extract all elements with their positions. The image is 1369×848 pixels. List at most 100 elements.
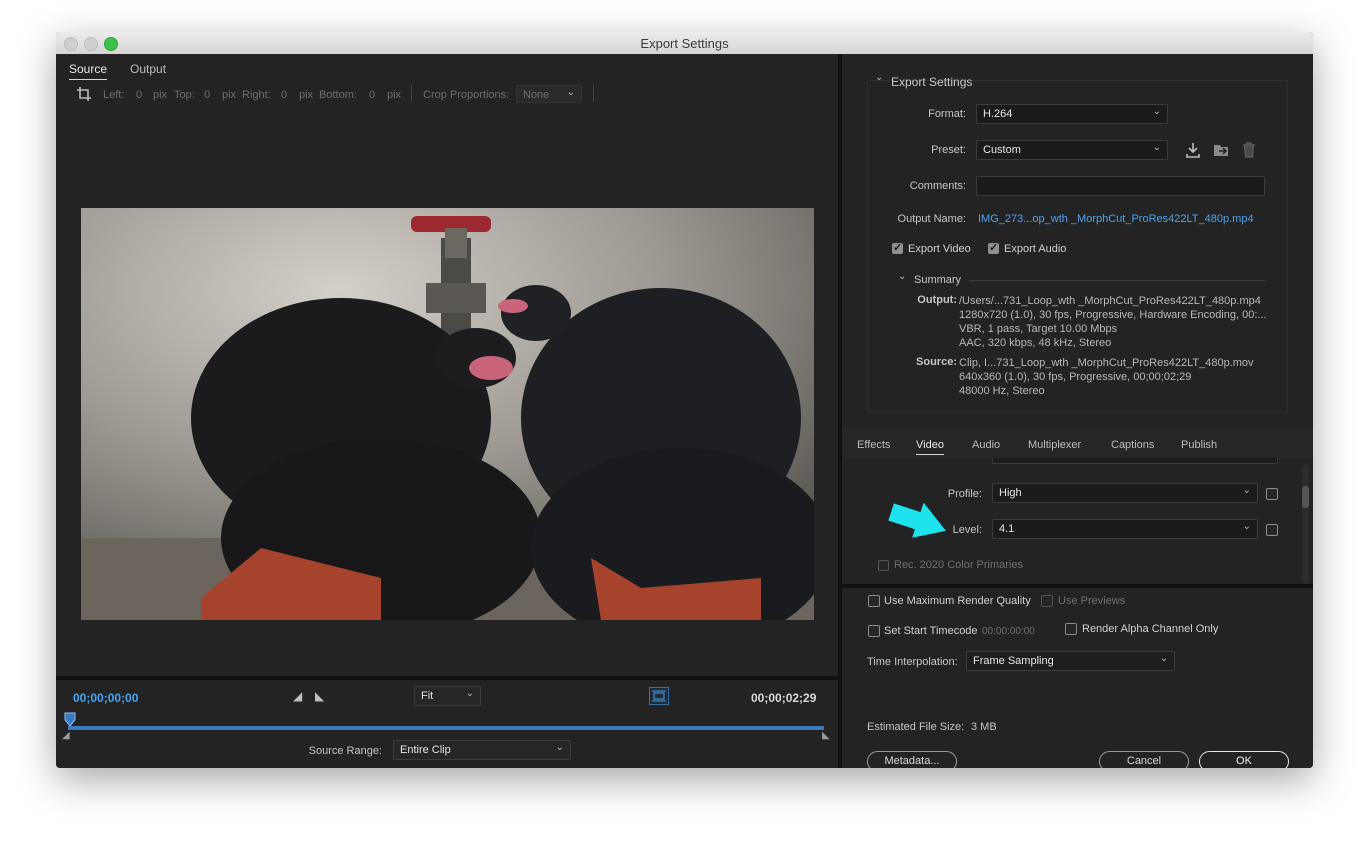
render-alpha-label: Render Alpha Channel Only — [1082, 623, 1219, 635]
tab-multiplexer[interactable]: Multiplexer — [1028, 439, 1081, 451]
source-range-value: Entire Clip — [400, 744, 451, 756]
out-point-marker-icon[interactable]: ◣ — [822, 730, 830, 741]
title-bar: Export Settings — [56, 32, 1313, 55]
duration-timecode: 00;00;02;29 — [751, 691, 817, 705]
source-range-select[interactable]: Entire Clip ⌄ — [393, 740, 571, 760]
start-timecode-checkbox[interactable] — [868, 625, 880, 637]
ok-button[interactable]: OK — [1199, 751, 1289, 768]
tab-source[interactable]: Source — [69, 62, 108, 80]
in-point-marker-icon[interactable]: ◢ — [62, 730, 70, 741]
zoom-level-value: Fit — [421, 690, 434, 702]
preset-label: Preset: — [931, 144, 966, 156]
crop-bottom-value[interactable]: 0 — [369, 89, 375, 101]
summary-output-line: /Users/...731_Loop_wth _MorphCut_ProRes4… — [959, 295, 1261, 307]
summary-source-line: 640x360 (1.0), 30 fps, Progressive, 00;0… — [959, 371, 1192, 383]
time-interpolation-select[interactable]: Frame Sampling ⌄ — [966, 651, 1175, 671]
chevron-down-icon: ⌄ — [465, 688, 474, 699]
video-settings-scroll[interactable]: Profile: High ⌄ Level: 4.1 ⌄ Rec. 2020 C… — [842, 458, 1313, 594]
profile-select[interactable]: High ⌄ — [992, 483, 1258, 503]
import-preset-icon[interactable] — [1212, 141, 1230, 159]
crop-right-value[interactable]: 0 — [281, 89, 287, 101]
summary-chevron-icon[interactable]: ⌄ — [898, 271, 906, 282]
scrollbar-thumb[interactable] — [1302, 486, 1309, 508]
start-timecode-value[interactable]: 00:00:00:00 — [982, 626, 1035, 637]
rec2020-checkbox[interactable] — [878, 560, 889, 571]
summary-output-line: 1280x720 (1.0), 30 fps, Progressive, Har… — [959, 309, 1267, 321]
annotation-arrow-icon — [888, 502, 946, 538]
tab-effects[interactable]: Effects — [857, 439, 890, 451]
scrollbar-track[interactable] — [1302, 464, 1309, 584]
crop-left-value[interactable]: 0 — [136, 89, 142, 101]
format-value: H.264 — [983, 108, 1013, 120]
file-size-value: 3 MB — [971, 721, 997, 733]
previous-setting-select[interactable] — [992, 458, 1278, 464]
chevron-down-icon: ⌄ — [555, 742, 564, 753]
crop-top-value[interactable]: 0 — [204, 89, 210, 101]
use-previews-label: Use Previews — [1058, 595, 1126, 607]
source-range-label: Source Range: — [308, 745, 382, 757]
collapse-chevron-icon[interactable]: ⌄ — [875, 72, 883, 83]
timeline-separator — [56, 676, 838, 680]
zoom-level-select[interactable]: Fit ⌄ — [414, 686, 481, 706]
crop-left-unit: pix — [153, 89, 168, 101]
comments-input[interactable] — [976, 176, 1265, 196]
max-render-quality-label: Use Maximum Render Quality — [884, 595, 1031, 607]
profile-value: High — [999, 487, 1022, 499]
tab-audio[interactable]: Audio — [972, 439, 1000, 451]
crop-top-unit: pix — [222, 89, 237, 101]
crop-top-label: Top: — [174, 89, 195, 101]
current-timecode[interactable]: 00;00;00;00 — [73, 691, 138, 705]
crop-icon[interactable] — [76, 86, 92, 102]
crop-proportions-value: None — [523, 89, 550, 101]
video-preview-frame — [81, 208, 814, 620]
playhead-icon[interactable] — [64, 712, 76, 728]
source-preview-pane: Source Output Left: 0 pix Top: 0 pix Rig… — [56, 54, 838, 768]
render-alpha-checkbox[interactable] — [1065, 623, 1077, 635]
preset-select[interactable]: Custom ⌄ — [976, 140, 1168, 160]
metadata-button[interactable]: Metadata... — [867, 751, 957, 768]
profile-match-checkbox[interactable] — [1266, 488, 1278, 500]
file-size-label: Estimated File Size: — [867, 721, 965, 733]
level-value: 4.1 — [999, 523, 1015, 535]
timeline-range-bar[interactable] — [68, 726, 824, 730]
export-video-checkbox[interactable] — [892, 241, 903, 254]
summary-heading: Summary — [914, 274, 962, 286]
save-preset-icon[interactable] — [1184, 141, 1202, 159]
chevron-down-icon: ⌄ — [1242, 485, 1251, 496]
start-timecode-label: Set Start Timecode — [884, 625, 978, 637]
max-render-quality-checkbox[interactable] — [868, 595, 880, 607]
comments-label: Comments: — [909, 180, 966, 192]
delete-preset-icon[interactable] — [1240, 141, 1258, 159]
tab-video[interactable]: Video — [916, 439, 944, 455]
preset-value: Custom — [983, 144, 1021, 156]
summary-output-text: /Users/...731_Loop_wth _MorphCut_ProRes4… — [959, 294, 1267, 350]
chevron-down-icon: ⌄ — [1152, 142, 1161, 153]
use-previews-checkbox[interactable] — [1041, 595, 1053, 607]
profile-label: Profile: — [947, 488, 982, 500]
window-title: Export Settings — [640, 36, 729, 51]
preview-image — [81, 208, 814, 620]
fit-frame-icon[interactable] — [649, 687, 669, 705]
set-out-point-icon[interactable]: ◣ — [315, 689, 324, 703]
crop-proportions-select[interactable]: None ⌄ — [516, 85, 582, 103]
level-match-checkbox[interactable] — [1266, 524, 1278, 536]
summary-output-line: VBR, 1 pass, Target 10.00 Mbps — [959, 323, 1118, 335]
cancel-button[interactable]: Cancel — [1099, 751, 1189, 768]
level-select[interactable]: 4.1 ⌄ — [992, 519, 1258, 539]
crop-toolbar: Left: 0 pix Top: 0 pix Right: 0 pix Bott… — [56, 80, 838, 108]
set-in-point-icon[interactable]: ◢ — [293, 689, 302, 703]
summary-rule — [969, 280, 1265, 281]
output-name-label: Output Name: — [897, 213, 966, 225]
tab-output[interactable]: Output — [130, 62, 166, 76]
crop-left-label: Left: — [103, 89, 125, 101]
toolbar-separator — [411, 85, 412, 101]
export-video-label: Export Video — [908, 243, 971, 255]
format-select[interactable]: H.264 ⌄ — [976, 104, 1168, 124]
export-audio-checkbox[interactable] — [988, 241, 999, 254]
toolbar-separator — [593, 85, 594, 101]
output-name-link[interactable]: IMG_273...op_wth _MorphCut_ProRes422LT_4… — [978, 213, 1254, 225]
tab-captions[interactable]: Captions — [1111, 439, 1154, 451]
export-audio-label: Export Audio — [1004, 243, 1067, 255]
settings-pane: ⌄ Export Settings Format: H.264 ⌄ Preset… — [842, 54, 1313, 768]
tab-publish[interactable]: Publish — [1181, 439, 1217, 451]
